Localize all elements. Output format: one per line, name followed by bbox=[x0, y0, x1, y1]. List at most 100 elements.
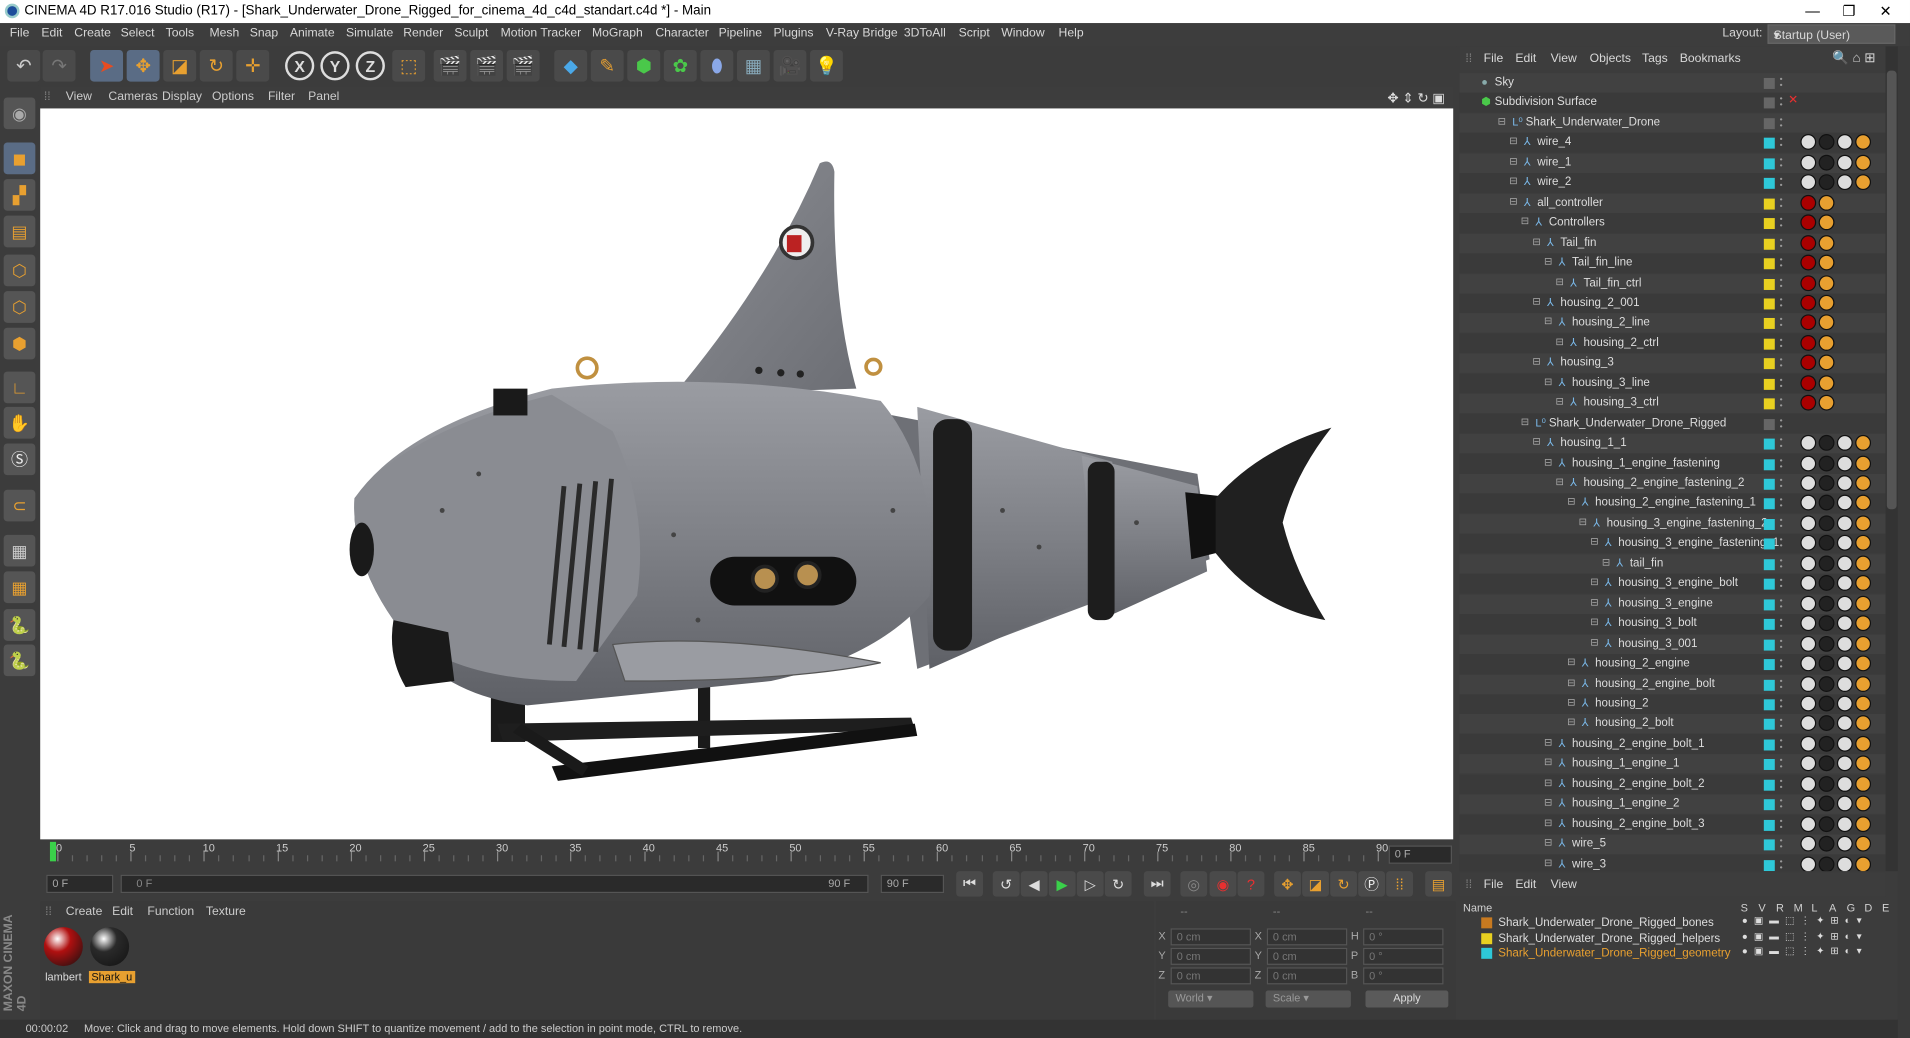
object-tag-icon[interactable] bbox=[1800, 595, 1817, 612]
object-menu-view[interactable]: View bbox=[1551, 52, 1577, 65]
expand-toggle-icon[interactable]: ⊟ bbox=[1544, 817, 1552, 828]
expand-toggle-icon[interactable]: ⊟ bbox=[1567, 657, 1575, 668]
object-row[interactable]: ⊟ ⅄ housing_1_engine_fastening • • bbox=[1459, 453, 1886, 474]
coord-mode-select[interactable]: World ▾ bbox=[1168, 990, 1254, 1008]
object-tag-icon[interactable] bbox=[1800, 455, 1817, 471]
object-tag-icon[interactable] bbox=[1836, 615, 1853, 632]
material-name[interactable]: lambert bbox=[43, 971, 84, 983]
redo-icon[interactable]: ↷ bbox=[42, 49, 76, 82]
object-tag-icon[interactable] bbox=[1818, 214, 1835, 231]
object-tag-icon[interactable] bbox=[1855, 154, 1872, 171]
object-tag-icon[interactable] bbox=[1855, 595, 1872, 612]
object-tag-icon[interactable] bbox=[1836, 795, 1853, 812]
object-tag-icon[interactable] bbox=[1800, 535, 1817, 552]
go-to-end-icon[interactable]: ⏭ bbox=[1143, 871, 1171, 897]
coord-value-field[interactable]: 0 cm bbox=[1170, 947, 1251, 965]
object-tag-icon[interactable] bbox=[1836, 174, 1853, 191]
object-row[interactable]: ⊟ ⅄ housing_3_ctrl • • bbox=[1459, 393, 1886, 414]
expand-toggle-icon[interactable]: ⊟ bbox=[1532, 296, 1540, 307]
expand-toggle-icon[interactable]: ⊟ bbox=[1532, 356, 1540, 367]
object-tag-icon[interactable] bbox=[1818, 475, 1835, 491]
z-axis-lock-icon[interactable]: Z bbox=[355, 51, 385, 81]
layer-row[interactable]: Shark_Underwater_Drone_Rigged_helpers ●▣▬… bbox=[1459, 930, 1885, 946]
coord-value-field[interactable]: 0 ° bbox=[1363, 947, 1444, 965]
layer-color-swatch[interactable] bbox=[1763, 138, 1775, 150]
object-row[interactable]: ⊟ ⅄ housing_2_line • • bbox=[1459, 313, 1886, 334]
viewport-menu-panel[interactable]: Panel bbox=[308, 90, 339, 103]
object-tag-icon[interactable] bbox=[1800, 374, 1817, 391]
key-rotation-icon[interactable]: ↻ bbox=[1330, 871, 1357, 897]
current-frame-field[interactable]: 0 F bbox=[1388, 845, 1452, 864]
object-row[interactable]: ⊟ ⅄ housing_3 • • bbox=[1459, 353, 1886, 374]
object-tag-icon[interactable] bbox=[1836, 595, 1853, 612]
object-tag-icon[interactable] bbox=[1855, 695, 1872, 712]
menu-mesh[interactable]: Mesh bbox=[210, 27, 240, 40]
object-row[interactable]: ⊟ ⅄ housing_2_engine_bolt_3 • • bbox=[1459, 814, 1886, 835]
object-tag-icon[interactable] bbox=[1818, 334, 1835, 351]
layer-color-swatch[interactable] bbox=[1763, 498, 1775, 510]
object-tag-icon[interactable] bbox=[1818, 815, 1835, 832]
object-tag-icon[interactable] bbox=[1800, 354, 1817, 371]
layer-color-swatch[interactable] bbox=[1763, 819, 1775, 831]
visibility-dots-icon[interactable]: • • bbox=[1780, 837, 1785, 852]
object-tag-icon[interactable] bbox=[1800, 134, 1817, 151]
object-tag-icon[interactable] bbox=[1855, 675, 1872, 692]
object-tag-icon[interactable] bbox=[1855, 855, 1872, 872]
key-scale-icon[interactable]: ◪ bbox=[1302, 871, 1329, 897]
object-tag-icon[interactable] bbox=[1855, 455, 1872, 471]
menu-create[interactable]: Create bbox=[74, 27, 111, 40]
object-tag-icon[interactable] bbox=[1855, 475, 1872, 491]
layer-color-swatch[interactable] bbox=[1763, 358, 1775, 370]
material-name[interactable]: Shark_u bbox=[88, 970, 135, 984]
next-frame-icon[interactable]: ▷ bbox=[1076, 871, 1104, 897]
layout-select[interactable]: Startup (User) ▾ bbox=[1767, 24, 1896, 44]
expand-toggle-icon[interactable]: ⊟ bbox=[1509, 156, 1517, 167]
object-tag-icon[interactable] bbox=[1800, 695, 1817, 712]
object-menu-file[interactable]: File bbox=[1484, 52, 1504, 65]
end-frame-field[interactable]: 90 F bbox=[880, 874, 945, 894]
python-script-icon[interactable]: 🐍 bbox=[3, 609, 36, 641]
object-row[interactable]: ⊟ ⅄ housing_3_engine_fastening_1 • • bbox=[1459, 534, 1886, 554]
object-tag-icon[interactable] bbox=[1855, 775, 1872, 792]
object-tag-icon[interactable] bbox=[1800, 154, 1817, 171]
workplane-icon[interactable]: ▤ bbox=[3, 215, 36, 248]
layer-color-swatch[interactable] bbox=[1763, 77, 1775, 89]
object-tag-icon[interactable] bbox=[1800, 835, 1817, 852]
expand-toggle-icon[interactable]: ⊟ bbox=[1579, 516, 1587, 527]
visibility-dots-icon[interactable]: • • bbox=[1780, 396, 1785, 411]
object-tag-icon[interactable] bbox=[1818, 855, 1835, 872]
object-row[interactable]: ⊟ ⅄ housing_2_engine • • bbox=[1459, 654, 1886, 674]
menu-window[interactable]: Window bbox=[1001, 27, 1044, 40]
coord-value-field[interactable]: 0 cm bbox=[1266, 928, 1348, 946]
object-tag-icon[interactable] bbox=[1836, 855, 1853, 872]
visibility-dots-icon[interactable]: • • bbox=[1780, 196, 1785, 211]
object-tag-icon[interactable] bbox=[1818, 314, 1835, 331]
object-tag-icon[interactable] bbox=[1855, 515, 1872, 532]
object-menu-tags[interactable]: Tags bbox=[1642, 52, 1668, 65]
visibility-dots-icon[interactable]: • • bbox=[1780, 156, 1785, 171]
model-mode-icon[interactable]: ◼ bbox=[3, 142, 36, 175]
expand-toggle-icon[interactable]: ⊟ bbox=[1532, 236, 1540, 247]
object-row[interactable]: ⊟ ⅄ wire_3 • • bbox=[1459, 854, 1886, 872]
object-tag-icon[interactable] bbox=[1800, 394, 1817, 411]
live-selection-icon[interactable]: ✛ bbox=[236, 49, 270, 82]
visibility-dots-icon[interactable]: • • bbox=[1780, 617, 1785, 632]
object-tag-icon[interactable] bbox=[1836, 655, 1853, 672]
menu-character[interactable]: Character bbox=[655, 27, 708, 40]
expand-toggle-icon[interactable]: ⊟ bbox=[1567, 677, 1575, 688]
object-tag-icon[interactable] bbox=[1836, 715, 1853, 732]
object-row[interactable]: ⊟ L⁰ Shark_Underwater_Drone_Rigged • • bbox=[1459, 413, 1886, 434]
layer-color-swatch[interactable] bbox=[1763, 198, 1775, 210]
object-tag-icon[interactable] bbox=[1818, 535, 1835, 552]
object-tag-icon[interactable] bbox=[1836, 495, 1853, 512]
object-tag-icon[interactable] bbox=[1855, 615, 1872, 632]
menu-tools[interactable]: Tools bbox=[166, 27, 194, 40]
object-tag-icon[interactable] bbox=[1818, 835, 1835, 852]
visibility-dots-icon[interactable]: • • bbox=[1780, 857, 1785, 871]
object-tag-icon[interactable] bbox=[1818, 575, 1835, 592]
start-frame-field[interactable]: 0 F bbox=[46, 874, 114, 894]
expand-toggle-icon[interactable]: ⊟ bbox=[1544, 837, 1552, 848]
expand-toggle-icon[interactable]: ⊟ bbox=[1556, 336, 1564, 347]
select-arrow-icon[interactable]: ➤ bbox=[90, 49, 124, 82]
expand-toggle-icon[interactable]: ⊟ bbox=[1521, 216, 1529, 227]
